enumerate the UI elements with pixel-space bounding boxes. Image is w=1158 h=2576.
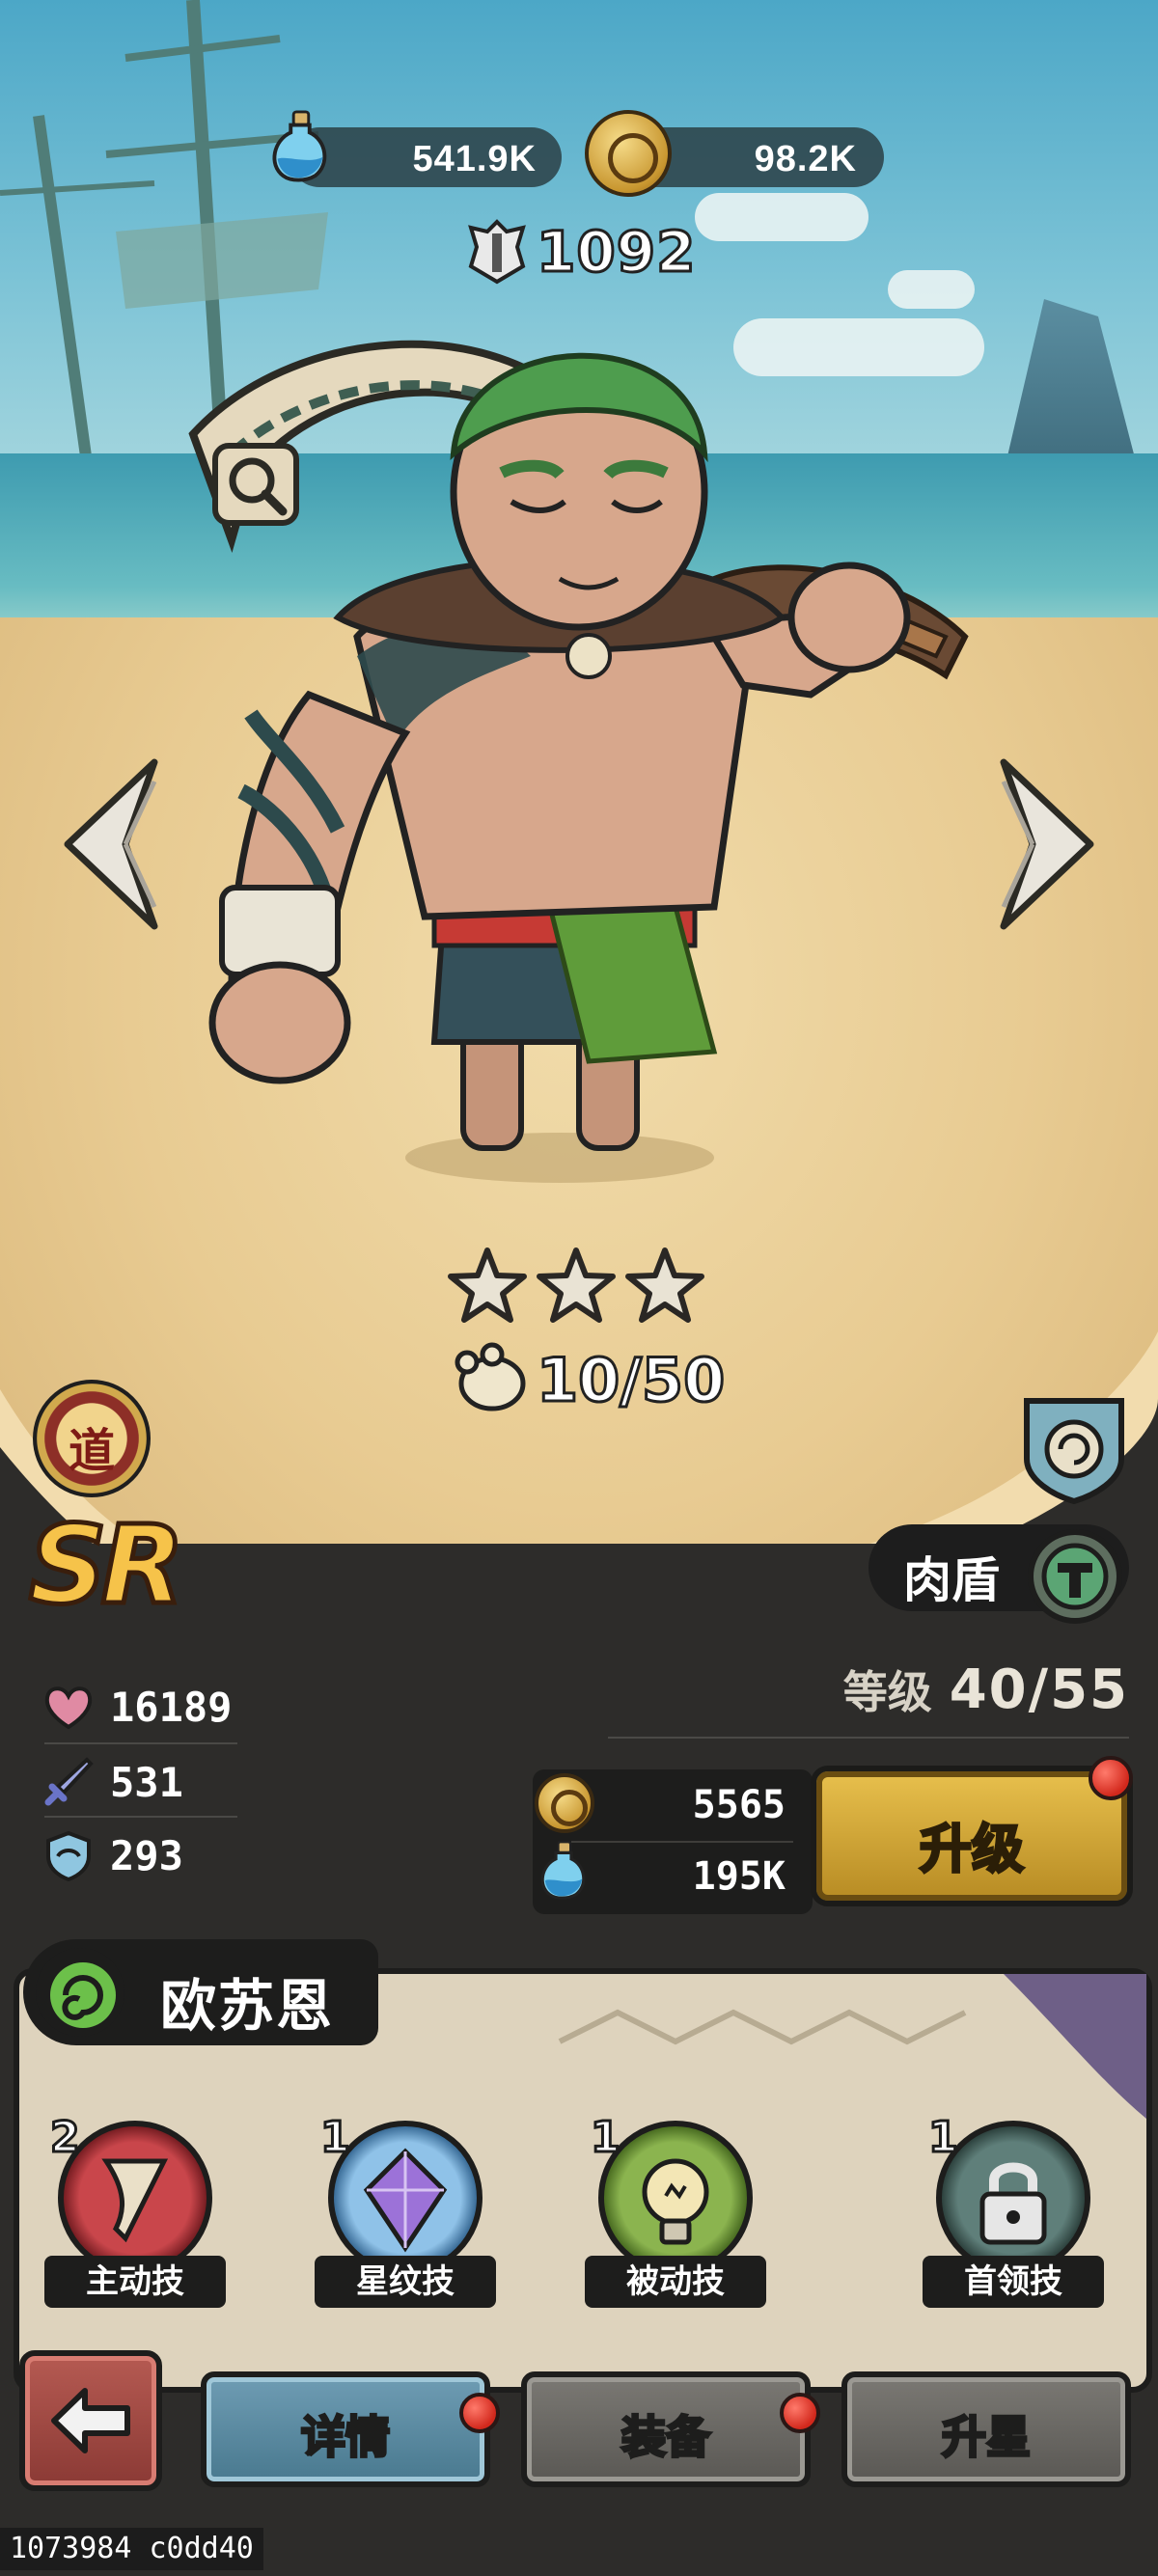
lightbulb-icon [642, 2158, 709, 2245]
role-tag[interactable]: 肉盾 [868, 1524, 1129, 1624]
coin-value: 98.2K [754, 139, 857, 179]
stat-defense: 293 [41, 1827, 183, 1883]
shield-badge-icon[interactable] [1017, 1391, 1131, 1505]
tank-role-icon [1028, 1529, 1122, 1624]
potion-icon [272, 110, 327, 182]
upgrade-label: 升级 [919, 1818, 1026, 1881]
coin-icon [585, 110, 672, 197]
star-icon [537, 1247, 616, 1323]
skill-level: 1 [590, 2112, 622, 2164]
cloud [695, 193, 868, 241]
hp-value: 16189 [110, 1683, 233, 1731]
star-icon [625, 1247, 704, 1323]
horn-icon [101, 2158, 169, 2243]
purple-gem-icon [363, 2148, 448, 2253]
tab-label: 装备 [620, 2410, 712, 2465]
divider [608, 1737, 1129, 1739]
tab-equipment-badge [780, 2393, 820, 2433]
armor-icon [46, 1830, 91, 1882]
skill-leader[interactable]: 1 首领技 [917, 2112, 1110, 2316]
hero-level: 等级 40/55 [843, 1658, 1129, 1721]
heart-icon [44, 1686, 93, 1730]
divider [571, 1841, 793, 1843]
potion-icon [540, 1841, 586, 1900]
skill-active[interactable]: 2 主动技 [39, 2112, 232, 2316]
divider [44, 1742, 237, 1744]
skill-level: 2 [49, 2112, 82, 2164]
build-id: 1073984 c0dd40 [0, 2528, 263, 2570]
level-label: 等级 [842, 1666, 932, 1718]
skill-star-pattern[interactable]: 1 星纹技 [309, 2112, 502, 2316]
back-button[interactable] [19, 2350, 162, 2491]
skill-level: 1 [927, 2112, 960, 2164]
combat-power: 1092 [463, 218, 697, 287]
stat-hp: 16189 [41, 1679, 232, 1735]
coin-cost: 5565 [692, 1783, 786, 1827]
faction-label: 道 [68, 1424, 115, 1478]
skill-level: 1 [319, 2112, 352, 2164]
skill-label: 首领技 [923, 2256, 1104, 2308]
skill-passive[interactable]: 1 被动技 [579, 2112, 772, 2316]
upgrade-button[interactable]: 升级 [811, 1766, 1133, 1906]
stat-attack: 531 [41, 1754, 183, 1810]
tab-details-badge [459, 2393, 500, 2433]
level-value: 40/55 [949, 1658, 1129, 1721]
back-arrow-icon [51, 2388, 130, 2453]
prev-hero-arrow[interactable] [58, 753, 164, 936]
skill-label: 主动技 [44, 2256, 226, 2308]
defense-value: 293 [110, 1831, 183, 1879]
hero-character[interactable] [174, 289, 1100, 1196]
tab-label: 详情 [300, 2410, 392, 2465]
star-icon [448, 1247, 527, 1323]
zoom-icon[interactable] [207, 436, 304, 533]
hero-name: 欧苏恩 [160, 1973, 335, 2039]
sword-icon [44, 1757, 94, 1806]
skill-label: 被动技 [585, 2256, 766, 2308]
power-value: 1092 [535, 218, 697, 287]
role-label: 肉盾 [903, 1552, 1000, 1608]
potion-cost: 195K [692, 1854, 786, 1899]
power-icon [468, 219, 526, 285]
star-rating [446, 1245, 706, 1328]
attack-value: 531 [110, 1758, 183, 1806]
faction-badge[interactable]: 道 [33, 1380, 151, 1497]
tab-label: 升星 [941, 2410, 1033, 2465]
tab-details[interactable]: 详情 [201, 2371, 490, 2487]
hero-name-banner: 欧苏恩 [23, 1939, 378, 2045]
coin-icon [535, 1773, 594, 1833]
rarity-label: SR [27, 1501, 187, 1631]
upgrade-notification-badge [1089, 1756, 1133, 1800]
next-hero-arrow[interactable] [994, 753, 1100, 936]
divider [44, 1816, 237, 1818]
skill-label: 星纹技 [315, 2256, 496, 2308]
potion-value: 541.9K [412, 139, 537, 179]
lock-icon [979, 2162, 1047, 2245]
tab-star-up[interactable]: 升星 [841, 2371, 1131, 2487]
element-swirl-icon [36, 1948, 124, 2037]
tab-equipment[interactable]: 装备 [521, 2371, 811, 2487]
